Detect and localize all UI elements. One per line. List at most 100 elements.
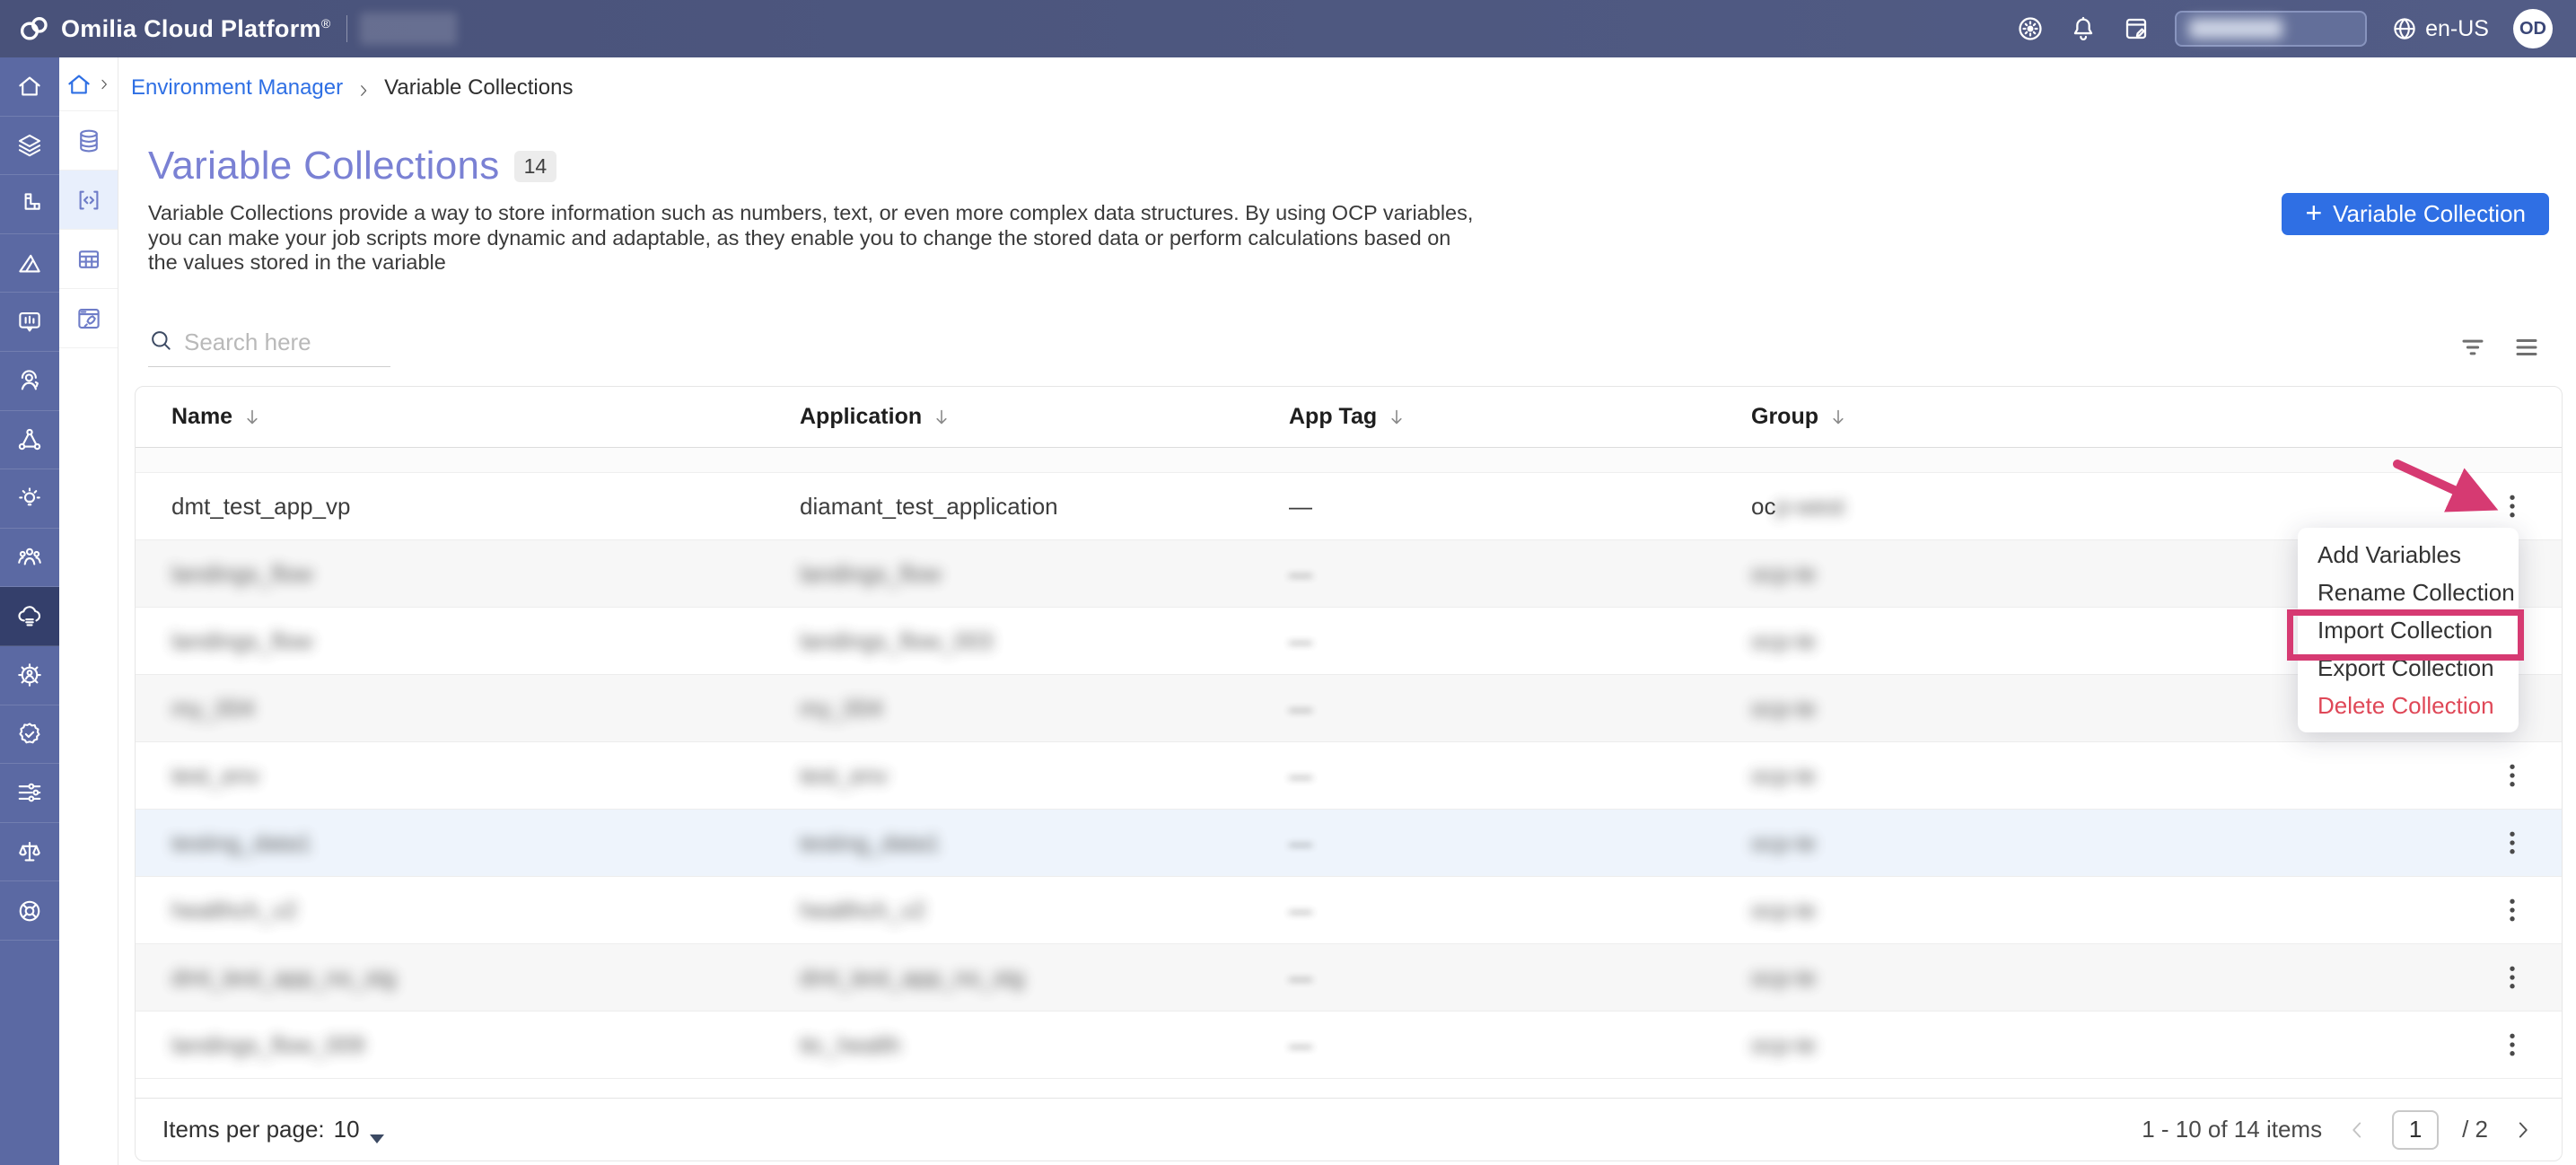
cell-group-redacted: ocp-te	[1751, 1031, 1816, 1058]
language-selector[interactable]: en-US	[2391, 15, 2489, 42]
cell-app-tag: —	[1289, 964, 1312, 991]
caret-down-icon	[369, 1124, 385, 1136]
next-page-icon[interactable]	[2511, 1118, 2535, 1142]
row-menu-kebab-icon[interactable]	[2499, 895, 2526, 925]
sidebar-secondary-rocket-window-icon[interactable]	[59, 289, 118, 348]
sidebar-primary-lightbulb-icon[interactable]	[0, 469, 59, 529]
cell-name: dmt_test_app_vp	[171, 493, 350, 520]
sidebar-primary-agent-headset-icon[interactable]	[0, 352, 59, 411]
sidebar-primary-flow-icon[interactable]	[0, 764, 59, 823]
cell-application: testing_data1	[800, 829, 940, 856]
sidebar-secondary-home-icon[interactable]	[59, 57, 118, 111]
sidebar-primary-badge-check-icon[interactable]	[0, 705, 59, 765]
table-row[interactable]: landings_flow_009ttc_health—ocp-te	[136, 1012, 2562, 1079]
sidebar-primary-home-icon[interactable]	[0, 57, 59, 117]
chevron-right-icon	[355, 80, 372, 96]
sidebar-primary-users-group-icon[interactable]	[0, 529, 59, 588]
table-row[interactable]: testing_data1testing_data1—ocp-te	[136, 810, 2562, 877]
table-toolbar	[148, 322, 2540, 372]
table-row[interactable]: my_004my_004—ocp-te	[136, 675, 2562, 742]
cell-application: test_env	[800, 762, 888, 789]
cell-group-redacted: p-west	[1775, 493, 1844, 520]
secondary-sidebar	[59, 57, 118, 1165]
sidebar-primary-lifebuoy-icon[interactable]	[0, 881, 59, 941]
breadcrumb-environment-manager[interactable]: Environment Manager	[131, 75, 343, 101]
table-row[interactable]: landings_flowlandings_flow_003—ocp-te	[136, 608, 2562, 675]
cell-group-redacted: ocp-te	[1751, 560, 1816, 587]
sidebar-secondary-table-grid-icon[interactable]	[59, 230, 118, 289]
row-menu-kebab-icon[interactable]	[2499, 828, 2526, 858]
search-input[interactable]	[184, 328, 381, 356]
pagination-range: 1 - 10 of 14 items	[2142, 1116, 2322, 1143]
cell-app-tag: —	[1289, 897, 1312, 924]
cell-app-tag: —	[1289, 627, 1312, 654]
sidebar-secondary-code-brackets-icon[interactable]	[59, 171, 118, 230]
cell-name: healthch_v2	[171, 897, 297, 924]
column-header-group[interactable]: Group	[1751, 404, 2463, 430]
table-row[interactable]: landings_flowlandings_flow—ocp-te	[136, 540, 2562, 608]
cell-app-tag: —	[1289, 493, 1312, 520]
cell-name: dmt_test_app_no_stg	[171, 964, 396, 991]
menu-item-delete-collection[interactable]: Delete Collection	[2298, 687, 2519, 724]
sidebar-primary-user-gear-icon[interactable]	[0, 646, 59, 705]
language-label: en-US	[2425, 16, 2489, 42]
sort-down-icon	[1386, 407, 1407, 428]
search-field[interactable]	[148, 328, 390, 367]
main-content: Environment Manager Variable Collections…	[118, 57, 2576, 1165]
notifications-bell-icon[interactable]	[2069, 14, 2098, 43]
theme-icon[interactable]	[2016, 14, 2045, 43]
cell-group-redacted: ocp-te	[1751, 695, 1816, 722]
page-title: Variable Collections	[148, 144, 500, 188]
sidebar-collapse-chevron-icon[interactable]	[97, 77, 111, 92]
sidebar-primary-layers-icon[interactable]	[0, 117, 59, 176]
current-page-box[interactable]: 1	[2392, 1110, 2439, 1150]
avatar[interactable]: OD	[2513, 9, 2553, 48]
cell-application: landings_flow_003	[800, 627, 993, 654]
topbar-divider	[346, 15, 347, 42]
search-icon	[148, 328, 173, 357]
row-menu-kebab-icon[interactable]	[2499, 1029, 2526, 1060]
annotation-import-highlight	[2287, 609, 2524, 661]
column-header-name[interactable]: Name	[171, 404, 800, 430]
sidebar-primary-cloud-environment-icon[interactable]	[0, 587, 59, 646]
row-menu-kebab-icon[interactable]	[2499, 962, 2526, 993]
sidebar-primary-pipeline-tool-icon[interactable]	[0, 175, 59, 234]
column-header-app-tag[interactable]: App Tag	[1289, 404, 1751, 430]
primary-sidebar	[0, 57, 59, 1165]
cell-app-tag: —	[1289, 829, 1312, 856]
row-menu-kebab-icon[interactable]	[2499, 760, 2526, 791]
table-row[interactable]: healthch_v2healthch_v2—ocp-te	[136, 877, 2562, 944]
topbar-search-redacted[interactable]	[2175, 11, 2367, 47]
sidebar-secondary-database-icon[interactable]	[59, 111, 118, 171]
redacted-environment-badge	[360, 13, 457, 45]
sidebar-primary-scales-icon[interactable]	[0, 823, 59, 882]
menu-item-rename-collection[interactable]: Rename Collection	[2298, 574, 2519, 611]
brand: Omilia Cloud Platform®	[14, 9, 330, 48]
sort-down-icon	[1827, 407, 1849, 428]
items-per-page-value: 10	[334, 1116, 360, 1143]
brand-title: Omilia Cloud Platform®	[61, 15, 330, 43]
sidebar-primary-network-nodes-icon[interactable]	[0, 411, 59, 470]
table-row[interactable]: test_envtest_env—ocp-te	[136, 742, 2562, 810]
add-variable-collection-button[interactable]: + Variable Collection	[2282, 193, 2549, 235]
sort-down-icon	[931, 407, 952, 428]
cell-application: diamant_test_application	[800, 493, 1058, 520]
list-view-icon[interactable]	[2513, 334, 2540, 361]
sidebar-primary-chat-metrics-icon[interactable]	[0, 293, 59, 352]
count-badge: 14	[514, 151, 557, 182]
table-row[interactable]: dmt_test_app_no_stgdmt_test_app_no_stg—o…	[136, 944, 2562, 1012]
menu-item-add-variables[interactable]: Add Variables	[2298, 536, 2519, 574]
filter-icon[interactable]	[2459, 334, 2486, 361]
table-row[interactable]: dmt_test_app_vp diamant_test_application —…	[136, 473, 2562, 540]
add-button-label: Variable Collection	[2333, 200, 2526, 228]
cell-app-tag: —	[1289, 762, 1312, 789]
release-notes-icon[interactable]	[2122, 14, 2151, 43]
table-spacer	[136, 448, 2562, 473]
column-header-application[interactable]: Application	[800, 404, 1289, 430]
topbar-actions: en-US OD	[2016, 0, 2553, 57]
items-per-page-select[interactable]: Items per page: 10	[162, 1116, 385, 1143]
plus-icon: +	[2305, 198, 2322, 227]
sidebar-primary-ruler-icon[interactable]	[0, 234, 59, 293]
items-per-page-label: Items per page:	[162, 1116, 325, 1143]
prev-page-icon[interactable]	[2345, 1118, 2369, 1142]
